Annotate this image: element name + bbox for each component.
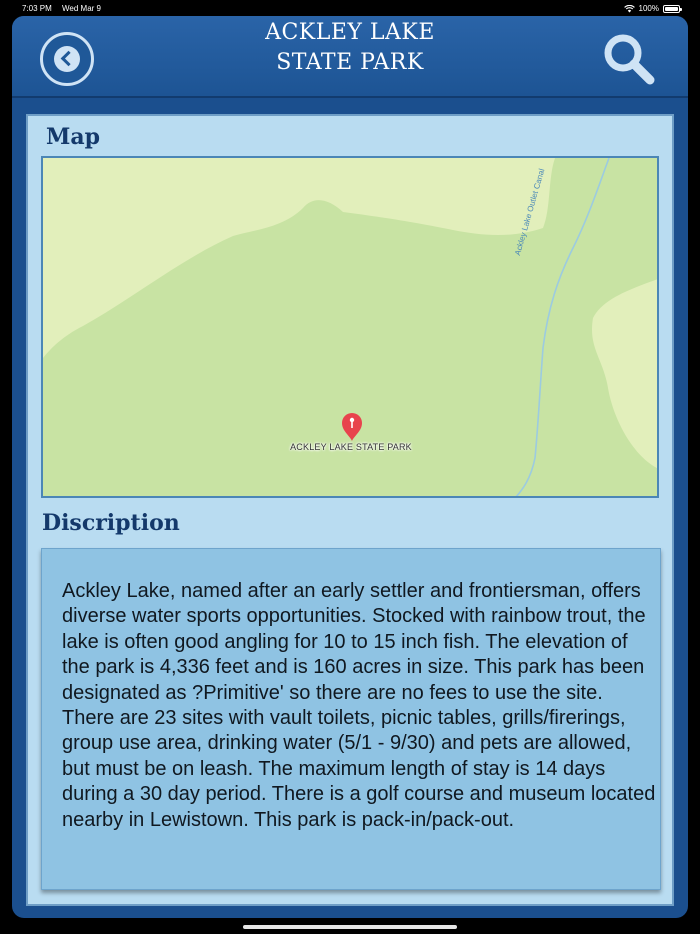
chevron-left-circle-icon <box>54 46 80 72</box>
map-pin-icon[interactable] <box>340 412 364 442</box>
battery-icon <box>663 4 682 13</box>
description-text: Ackley Lake, named after an early settle… <box>62 580 656 831</box>
search-icon[interactable] <box>600 30 658 88</box>
page-title-line1: ACKLEY LAKE <box>265 20 435 45</box>
content-panel: Map Ackley Lake Outlet Canal ACKLEY LAKE… <box>26 114 674 906</box>
map-pin-label: ACKLEY LAKE STATE PARK <box>290 442 412 452</box>
description-box: Ackley Lake, named after an early settle… <box>41 548 661 890</box>
status-time: 7:03 PM <box>22 4 52 13</box>
map-view[interactable]: Ackley Lake Outlet Canal ACKLEY LAKE STA… <box>41 156 659 498</box>
status-right: 100% <box>623 4 682 13</box>
battery-percent: 100% <box>638 4 659 13</box>
description-section-title: Discription <box>42 510 180 536</box>
wifi-icon <box>623 4 635 12</box>
page-title-line2: STATE PARK <box>276 50 424 75</box>
map-section-title: Map <box>46 124 100 150</box>
status-date: Wed Mar 9 <box>62 4 101 13</box>
app-window: ACKLEY LAKE STATE PARK Map Ackley Lake O… <box>12 16 688 918</box>
header-bar: ACKLEY LAKE STATE PARK <box>12 16 688 98</box>
page-title: ACKLEY LAKE STATE PARK <box>200 18 500 78</box>
back-button[interactable] <box>40 32 94 86</box>
home-indicator[interactable] <box>243 925 457 929</box>
status-bar: 7:03 PM Wed Mar 9 100% <box>0 0 700 16</box>
